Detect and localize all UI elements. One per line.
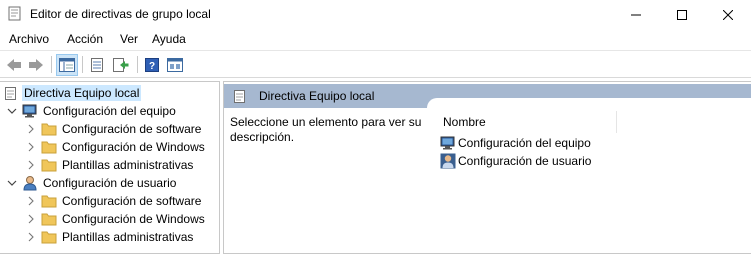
- user-icon: [22, 175, 38, 191]
- close-icon: [723, 9, 733, 20]
- toolbar-separator: [82, 56, 83, 73]
- list-item-computer-config[interactable]: Configuración del equipo: [440, 134, 591, 152]
- policy-document-icon: [3, 85, 19, 101]
- properties-icon: [91, 58, 103, 72]
- toolbar-separator: [137, 56, 138, 73]
- tree-item-computer-software[interactable]: Configuración de software: [25, 120, 203, 138]
- menu-ayuda[interactable]: Ayuda: [152, 32, 186, 46]
- tree-item-label: Configuración de Windows: [62, 212, 205, 226]
- list-item-label: Configuración de usuario: [458, 154, 592, 168]
- folder-icon: [41, 139, 57, 155]
- policy-editor-app-icon: [8, 6, 22, 21]
- list-item-user-config[interactable]: Configuración de usuario: [440, 152, 591, 170]
- tree-item-user-windows[interactable]: Configuración de Windows: [25, 210, 207, 228]
- tree-item-computer-windows[interactable]: Configuración de Windows: [25, 138, 207, 156]
- chevron-down-icon[interactable]: [6, 177, 18, 189]
- tree-item-label: Configuración de Windows: [62, 140, 205, 154]
- tree-item-computer-config[interactable]: Configuración del equipo: [6, 102, 178, 120]
- policy-document-icon: [233, 88, 249, 104]
- column-header-nombre[interactable]: Nombre: [439, 111, 617, 133]
- forward-arrow-icon: [29, 59, 43, 71]
- view-button[interactable]: [164, 54, 186, 76]
- toolbar-separator: [51, 56, 52, 73]
- close-button[interactable]: [705, 0, 751, 29]
- show-hide-tree-button[interactable]: [56, 54, 78, 76]
- column-header-label: Nombre: [443, 115, 486, 129]
- title-bar: Editor de directivas de grupo local: [0, 0, 751, 29]
- chevron-right-icon[interactable]: [25, 231, 37, 243]
- list-view-icon: [167, 58, 183, 72]
- menu-bar: Archivo Acción Ver Ayuda: [0, 29, 751, 49]
- window-title: Editor de directivas de grupo local: [30, 7, 211, 21]
- folder-icon: [41, 121, 57, 137]
- computer-icon: [22, 103, 38, 119]
- export-list-button[interactable]: [110, 54, 132, 76]
- tree-item-label: Directiva Equipo local: [22, 85, 142, 101]
- help-button[interactable]: ?: [141, 54, 163, 76]
- minimize-icon: [631, 14, 641, 15]
- menu-archivo[interactable]: Archivo: [9, 32, 49, 46]
- back-arrow-icon: [7, 59, 21, 71]
- details-header-tab-shape: [427, 98, 751, 108]
- folder-icon: [41, 229, 57, 245]
- list-item-label: Configuración del equipo: [458, 136, 591, 150]
- chevron-right-icon[interactable]: [25, 195, 37, 207]
- help-icon: ?: [145, 58, 159, 72]
- tree-item-label: Configuración del equipo: [43, 104, 176, 118]
- description-text: Seleccione un elemento para ver su descr…: [230, 115, 422, 144]
- maximize-button[interactable]: [659, 0, 705, 29]
- tree-item-user-admin-templates[interactable]: Plantillas administrativas: [25, 228, 195, 246]
- tree-item-user-config[interactable]: Configuración de usuario: [6, 174, 178, 192]
- chevron-right-icon[interactable]: [25, 123, 37, 135]
- export-list-icon: [113, 58, 129, 72]
- folder-icon: [41, 157, 57, 173]
- tree-item-user-software[interactable]: Configuración de software: [25, 192, 203, 210]
- tree-item-root[interactable]: Directiva Equipo local: [3, 84, 142, 102]
- folder-icon: [41, 211, 57, 227]
- details-pane: Directiva Equipo local Seleccione un ele…: [223, 81, 751, 254]
- tree-item-label: Plantillas administrativas: [62, 158, 194, 172]
- back-button[interactable]: [3, 54, 25, 76]
- svg-text:?: ?: [149, 61, 155, 72]
- maximize-icon: [677, 9, 687, 20]
- toolbar: ?: [0, 50, 751, 78]
- menu-ver[interactable]: Ver: [120, 32, 138, 46]
- menu-accion[interactable]: Acción: [67, 32, 103, 46]
- chevron-down-icon[interactable]: [6, 105, 18, 117]
- minimize-button[interactable]: [613, 0, 659, 29]
- console-tree-pane: Directiva Equipo local Configuración del…: [0, 81, 220, 254]
- tree-item-computer-admin-templates[interactable]: Plantillas administrativas: [25, 156, 195, 174]
- computer-icon: [440, 135, 456, 151]
- user-icon: [440, 153, 456, 169]
- tree-item-label: Configuración de software: [62, 122, 202, 136]
- tree-item-label: Configuración de usuario: [43, 176, 177, 190]
- chevron-right-icon[interactable]: [25, 159, 37, 171]
- details-header-title: Directiva Equipo local: [259, 89, 375, 103]
- forward-button[interactable]: [25, 54, 47, 76]
- console-tree-icon: [59, 58, 75, 72]
- tree-item-label: Configuración de software: [62, 194, 202, 208]
- folder-icon: [41, 193, 57, 209]
- properties-button[interactable]: [86, 54, 108, 76]
- chevron-right-icon[interactable]: [25, 213, 37, 225]
- chevron-right-icon[interactable]: [25, 141, 37, 153]
- tree-item-label: Plantillas administrativas: [62, 230, 194, 244]
